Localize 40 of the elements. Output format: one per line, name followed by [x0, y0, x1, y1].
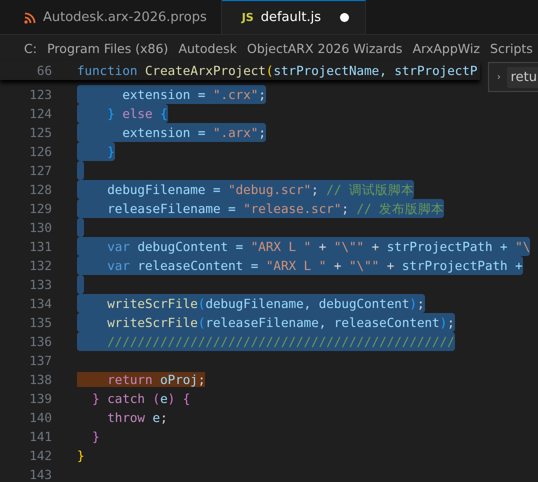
breadcrumb-item[interactable]: Autodesk: [178, 40, 237, 56]
line-number: 126: [28, 144, 52, 159]
code-line: return oProj;: [77, 370, 206, 389]
line-number: 139: [28, 391, 52, 406]
line-number: 140: [28, 410, 52, 425]
line-number: 125: [28, 125, 52, 140]
breadcrumb-item[interactable]: Program Files (x86): [47, 40, 168, 56]
line-number: 136: [28, 334, 52, 349]
line-number: 132: [28, 258, 52, 273]
code-line: throw e;: [106, 409, 168, 427]
line-number: 135: [28, 315, 52, 330]
js-icon: JS: [242, 11, 254, 24]
line-number: 129: [28, 201, 52, 216]
line-number: 128: [28, 182, 52, 197]
line-number: 66: [36, 63, 52, 78]
breadcrumb-item[interactable]: ObjectARX 2026 Wizards: [247, 40, 402, 56]
breadcrumb-item[interactable]: ArxAppWiz: [412, 40, 480, 56]
find-field[interactable]: retu: [506, 66, 538, 88]
line-number: 123: [28, 87, 52, 102]
line-number: 137: [28, 353, 52, 368]
code-line: function CreateArxProject(strProjectName, strProjectP: [77, 62, 478, 80]
line-number: 133: [28, 277, 52, 292]
line-number: 124: [28, 106, 52, 121]
line-number: 141: [28, 429, 52, 444]
breadcrumb-item[interactable]: C:: [24, 40, 37, 56]
feed-icon: [24, 12, 36, 24]
line-number: 127: [28, 163, 52, 178]
line-number: 131: [28, 239, 52, 254]
code-line: }: [91, 428, 100, 446]
line-number: 138: [28, 372, 52, 387]
chevron-icon[interactable]: [497, 72, 501, 82]
code-line: } catch (e) {: [91, 390, 190, 408]
editor-tab[interactable]: JS default.js: [222, 0, 366, 34]
code-line: }: [77, 447, 85, 465]
breadcrumb-item[interactable]: Scripts: [490, 40, 533, 56]
line-number: 130: [28, 220, 52, 235]
modified-dot-icon: [340, 13, 349, 22]
line-number: 143: [28, 467, 52, 482]
line-number: 142: [28, 448, 52, 463]
line-number: 134: [28, 296, 52, 311]
